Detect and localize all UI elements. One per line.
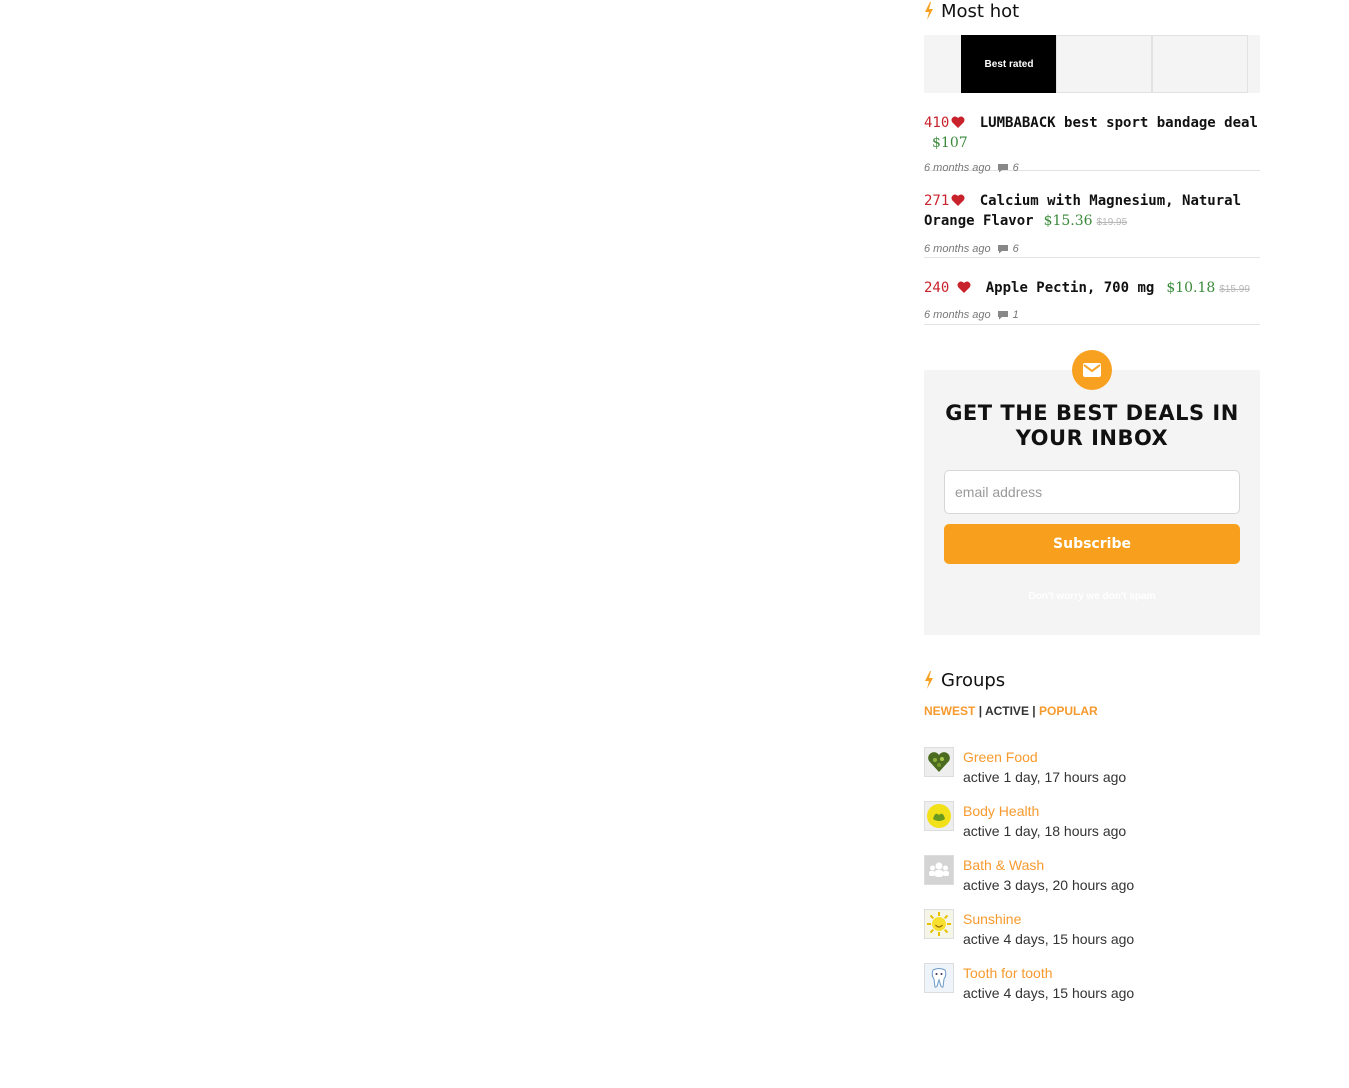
heart-icon[interactable] xyxy=(957,281,971,293)
people-icon xyxy=(929,862,949,877)
sun-icon xyxy=(927,912,951,936)
group-avatar[interactable] xyxy=(924,747,954,777)
deal-time: 6 months ago xyxy=(924,309,991,321)
deal-item: 271 Calcium with Magnesium, Natural Oran… xyxy=(924,171,1260,258)
envelope-badge xyxy=(1072,350,1112,390)
filter-active[interactable]: ACTIVE xyxy=(985,704,1029,718)
bolt-icon xyxy=(925,671,933,689)
group-name-link[interactable]: Body Health xyxy=(963,801,1126,821)
deal-price: $10.18 xyxy=(1166,280,1216,296)
groups-widget: Groups NEWEST | ACTIVE | POPULAR Green F… xyxy=(924,669,1260,1017)
most-hot-widget: Most hot Best rated This month This year… xyxy=(924,0,1260,325)
deal-time: 6 months ago xyxy=(924,162,991,174)
deal-meta: 6 months ago 1 xyxy=(924,309,1260,321)
group-filters: NEWEST | ACTIVE | POPULAR xyxy=(924,704,1260,718)
group-avatar[interactable] xyxy=(924,909,954,939)
group-info: Tooth for tooth active 4 days, 15 hours … xyxy=(963,963,1134,1017)
group-name-link[interactable]: Tooth for tooth xyxy=(963,963,1134,983)
email-field[interactable] xyxy=(944,470,1240,514)
deal-price: $15.36 xyxy=(1043,213,1093,229)
most-hot-title-text: Most hot xyxy=(941,0,1020,22)
deal-title-link[interactable]: LUMBABACK best sport bandage deal xyxy=(980,115,1258,131)
heart-icon[interactable] xyxy=(951,116,965,128)
tab-this-year[interactable]: This year xyxy=(1152,35,1248,93)
filter-separator: | xyxy=(1032,704,1036,718)
deal-price: $107 xyxy=(932,135,968,151)
subscribe-button[interactable]: Subscribe xyxy=(944,524,1240,564)
group-avatar[interactable] xyxy=(924,855,954,885)
comment-count[interactable]: 6 xyxy=(1013,243,1019,255)
bolt-icon xyxy=(925,2,933,20)
group-item: Green Food active 1 day, 17 hours ago xyxy=(924,747,1260,801)
filter-separator: | xyxy=(978,704,983,718)
deal-tabs: Best rated This month This year xyxy=(924,35,1260,93)
deal-line: 271 Calcium with Magnesium, Natural Oran… xyxy=(924,191,1260,233)
newsletter-title: GET THE BEST DEALS IN YOUR INBOX xyxy=(945,401,1239,450)
group-activity: active 4 days, 15 hours ago xyxy=(963,931,1135,947)
groups-title-text: Groups xyxy=(941,669,1006,691)
group-activity: active 4 days, 15 hours ago xyxy=(963,985,1135,1001)
group-name-link[interactable]: Sunshine xyxy=(963,909,1134,929)
deal-line: 240 Apple Pectin, 700 mg $10.18 $15.99 xyxy=(924,278,1260,300)
deal-title-link[interactable]: Apple Pectin, 700 mg xyxy=(986,280,1155,296)
group-item: Body Health active 1 day, 18 hours ago xyxy=(924,801,1260,855)
deal-line: 410 LUMBABACK best sport bandage deal $1… xyxy=(924,113,1260,153)
group-item: Sunshine active 4 days, 15 hours ago xyxy=(924,909,1260,963)
deal-time: 6 months ago xyxy=(924,243,991,255)
group-activity: active 1 day, 17 hours ago xyxy=(963,769,1127,785)
comment-icon xyxy=(997,311,1008,320)
tab-this-month[interactable]: This month xyxy=(1056,35,1152,93)
deal-item: 410 LUMBABACK best sport bandage deal $1… xyxy=(924,93,1260,174)
group-info: Green Food active 1 day, 17 hours ago xyxy=(963,747,1126,801)
group-item: Tooth for tooth active 4 days, 15 hours … xyxy=(924,963,1260,1017)
sidebar: Most hot Best rated This month This year… xyxy=(924,0,1260,1001)
filter-newest[interactable]: NEWEST xyxy=(924,704,975,718)
group-activity: active 3 days, 20 hours ago xyxy=(963,877,1135,893)
group-name-link[interactable]: Green Food xyxy=(963,747,1126,767)
newsletter-box: GET THE BEST DEALS IN YOUR INBOX Subscri… xyxy=(924,350,1260,635)
tab-best-rated[interactable]: Best rated xyxy=(961,35,1057,93)
group-avatar[interactable] xyxy=(924,963,954,993)
deal-old-price: $19.95 xyxy=(1096,217,1128,228)
deal-old-price: $15.99 xyxy=(1219,284,1250,295)
comment-icon xyxy=(997,245,1008,254)
envelope-icon xyxy=(1083,363,1101,377)
newsletter-note: Don't worry we don't spam xyxy=(1028,591,1156,602)
comment-icon xyxy=(997,164,1008,173)
group-item: Bath & Wash active 3 days, 20 hours ago xyxy=(924,855,1260,909)
hands-icon xyxy=(927,804,951,828)
group-info: Body Health active 1 day, 18 hours ago xyxy=(963,801,1126,855)
group-activity: active 1 day, 18 hours ago xyxy=(963,823,1127,839)
deal-item: 240 Apple Pectin, 700 mg $10.18 $15.99 6 m… xyxy=(924,258,1260,325)
tooth-icon xyxy=(931,968,947,988)
comment-count[interactable]: 1 xyxy=(1013,309,1019,321)
group-name-link[interactable]: Bath & Wash xyxy=(963,855,1134,875)
heart-icon[interactable] xyxy=(951,194,965,206)
deal-meta: 6 months ago 6 xyxy=(924,243,1260,255)
most-hot-title: Most hot xyxy=(924,0,1260,22)
comment-count[interactable]: 6 xyxy=(1013,162,1019,174)
vote-count: 410 xyxy=(924,115,950,131)
groups-title: Groups xyxy=(924,669,1260,691)
filter-popular[interactable]: POPULAR xyxy=(1039,704,1098,718)
group-info: Bath & Wash active 3 days, 20 hours ago xyxy=(963,855,1134,909)
group-list: Green Food active 1 day, 17 hours ago Bo… xyxy=(924,747,1260,1017)
vote-count: 271 xyxy=(924,193,950,209)
vote-count: 240 xyxy=(924,280,950,296)
group-avatar[interactable] xyxy=(924,801,954,831)
heart-leaf-icon xyxy=(928,752,950,772)
group-info: Sunshine active 4 days, 15 hours ago xyxy=(963,909,1134,963)
